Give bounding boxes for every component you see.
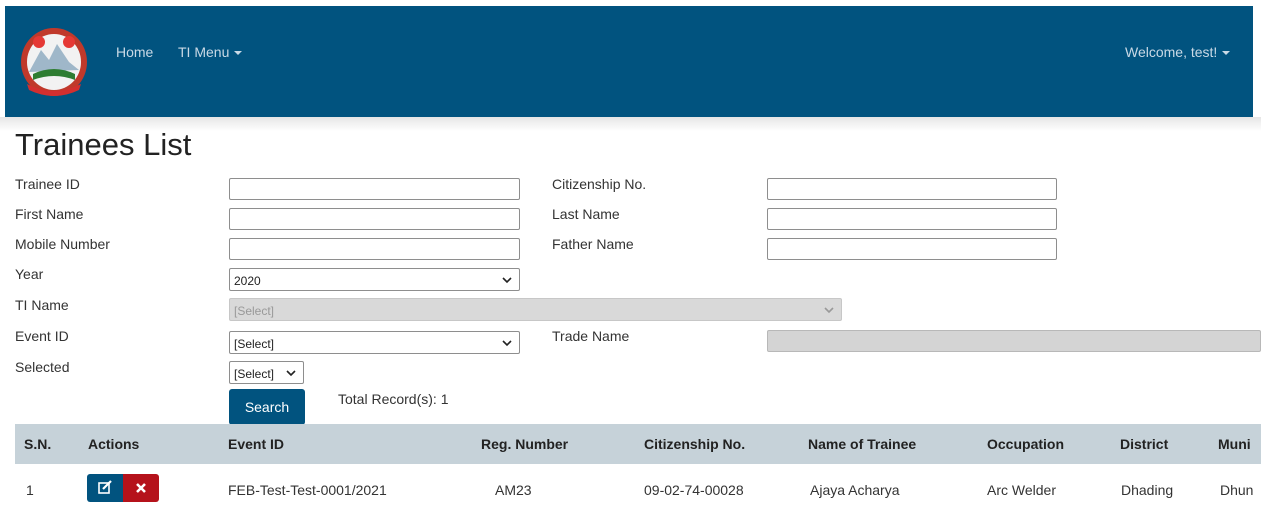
selected-select[interactable]: [Select]	[229, 361, 304, 384]
event-id-label: Event ID	[15, 328, 69, 344]
event-id-select[interactable]: [Select]	[229, 331, 520, 354]
cell-reg-number: AM23	[495, 482, 532, 498]
last-name-input[interactable]	[767, 208, 1057, 230]
edit-button[interactable]	[87, 474, 123, 502]
ti-name-label: TI Name	[15, 297, 69, 313]
page-title: Trainees List	[15, 127, 192, 162]
total-records-text: Total Record(s): 1	[338, 391, 449, 407]
father-name-input[interactable]	[767, 238, 1057, 260]
mobile-number-label: Mobile Number	[15, 236, 110, 252]
column-header-actions[interactable]: Actions	[88, 436, 139, 452]
column-header-municipality[interactable]: Muni	[1218, 436, 1251, 452]
caret-down-icon	[234, 51, 243, 56]
column-header-event-id[interactable]: Event ID	[228, 436, 284, 452]
nav-ti-menu-dropdown[interactable]: TI Menu	[178, 44, 243, 60]
table-header: S.N. Actions Event ID Reg. Number Citize…	[15, 424, 1261, 464]
last-name-label: Last Name	[552, 206, 620, 222]
first-name-label: First Name	[15, 206, 84, 222]
nav-home-link[interactable]: Home	[116, 44, 153, 60]
column-header-sn[interactable]: S.N.	[24, 436, 51, 452]
event-id-select-value: [Select]	[234, 337, 275, 351]
column-header-citizenship-no[interactable]: Citizenship No.	[644, 436, 745, 452]
cell-district: Dhading	[1121, 482, 1174, 498]
column-header-name-of-trainee[interactable]: Name of Trainee	[808, 436, 916, 452]
chevron-down-icon	[502, 340, 512, 347]
trade-name-label: Trade Name	[552, 328, 630, 344]
chevron-down-icon	[286, 370, 296, 377]
nav-ti-menu-label: TI Menu	[178, 44, 230, 60]
selected-select-value: [Select]	[234, 367, 275, 381]
search-button[interactable]: Search	[229, 389, 305, 425]
ti-name-select-value: [Select]	[234, 304, 275, 318]
chevron-down-icon	[502, 277, 512, 284]
year-select[interactable]: 2020	[229, 268, 520, 291]
year-select-value: 2020	[234, 274, 261, 288]
top-navbar: Home TI Menu Welcome, test!	[5, 6, 1253, 117]
cell-event-id: FEB-Test-Test-0001/2021	[228, 482, 387, 498]
first-name-input[interactable]	[229, 208, 520, 230]
citizenship-no-label: Citizenship No.	[552, 176, 647, 192]
cell-municipality: Dhun	[1220, 482, 1254, 498]
cell-sn: 1	[26, 482, 34, 498]
chevron-down-icon	[824, 307, 834, 314]
user-welcome-label: Welcome, test!	[1125, 44, 1218, 60]
delete-button[interactable]	[123, 474, 159, 502]
year-label: Year	[15, 266, 44, 282]
cell-citizenship-no: 09-02-74-00028	[644, 482, 744, 498]
trade-name-input	[767, 330, 1261, 352]
column-header-district[interactable]: District	[1120, 436, 1168, 452]
cell-occupation: Arc Welder	[987, 482, 1056, 498]
trainee-id-input[interactable]	[229, 178, 520, 200]
edit-icon	[98, 480, 112, 494]
father-name-label: Father Name	[552, 236, 634, 252]
column-header-reg-number[interactable]: Reg. Number	[481, 436, 568, 452]
ti-name-select: [Select]	[229, 298, 842, 321]
close-icon	[136, 483, 146, 493]
government-emblem-logo	[19, 26, 89, 98]
column-header-occupation[interactable]: Occupation	[987, 436, 1064, 452]
mobile-number-input[interactable]	[229, 238, 520, 260]
citizenship-no-input[interactable]	[767, 178, 1057, 200]
selected-label: Selected	[15, 359, 70, 375]
cell-name-of-trainee: Ajaya Acharya	[810, 482, 900, 498]
trainee-id-label: Trainee ID	[15, 176, 80, 192]
caret-down-icon	[1222, 51, 1231, 56]
table-row: 1 FEB-Test-Test-0001/2021 AM23 09-02-74-…	[15, 464, 1261, 513]
user-welcome-dropdown[interactable]: Welcome, test!	[1125, 44, 1231, 60]
